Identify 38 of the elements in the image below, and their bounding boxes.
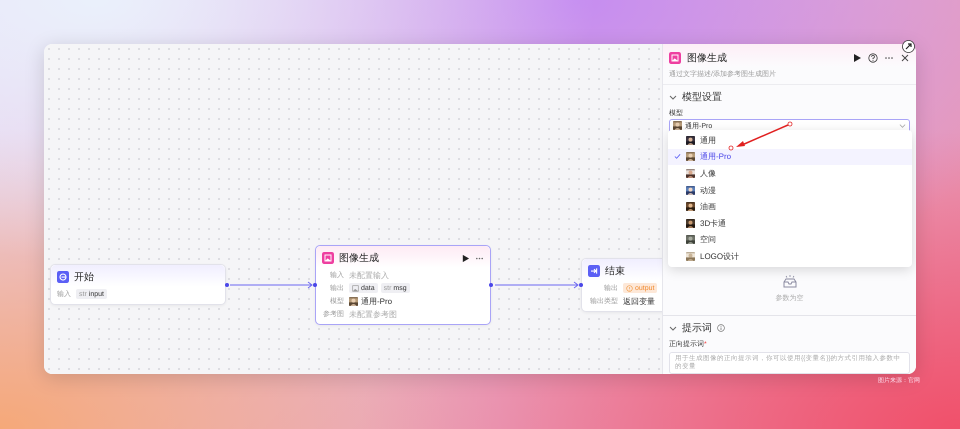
dropdown-option[interactable]: 通用-Pro xyxy=(668,148,912,166)
help-icon[interactable] xyxy=(868,52,878,63)
row-value: 未配置参考图 xyxy=(349,308,397,320)
chevron-icon[interactable] xyxy=(669,324,677,332)
warning-icon xyxy=(626,284,633,292)
dropdown-option[interactable]: 3D卡通 xyxy=(668,214,912,232)
row-value: 未配置输入 xyxy=(349,270,389,280)
check-icon xyxy=(674,153,681,160)
section-title: 提示词 xyxy=(682,322,712,335)
dropdown-option[interactable]: 油画 xyxy=(668,198,912,215)
exit-icon xyxy=(588,265,600,277)
node-title: 图像生成 xyxy=(339,252,380,265)
start-icon xyxy=(57,271,69,283)
image-icon xyxy=(322,252,334,264)
node-title: 结束 xyxy=(605,264,626,278)
image-icon xyxy=(352,284,359,292)
dropdown-option[interactable]: LOGO设计 xyxy=(668,248,912,265)
play-icon[interactable] xyxy=(852,52,862,63)
port-handle[interactable] xyxy=(579,283,583,287)
tray-icon xyxy=(780,274,798,290)
row-value: 返回变量 xyxy=(623,296,655,306)
row-value: 通用-Pro xyxy=(361,296,392,306)
dropdown-option[interactable]: 动漫 xyxy=(668,182,912,198)
play-icon[interactable] xyxy=(461,254,470,262)
caret-icon xyxy=(899,122,906,130)
port-handle[interactable] xyxy=(489,283,493,287)
info-icon[interactable] xyxy=(717,324,725,332)
panel-title: 图像生成 xyxy=(687,52,728,65)
close-icon[interactable] xyxy=(900,52,910,63)
dropdown-option[interactable]: 空间 xyxy=(668,232,912,248)
section-title: 模型设置 xyxy=(682,90,722,104)
chevron-icon[interactable] xyxy=(669,92,677,101)
dropdown-option[interactable]: 人像 xyxy=(668,165,912,182)
node-title: 开始 xyxy=(74,271,95,284)
image-icon xyxy=(669,52,681,64)
port-handle[interactable] xyxy=(313,283,317,287)
dropdown-option[interactable]: 通用 xyxy=(668,132,912,149)
port-handle[interactable] xyxy=(225,283,229,287)
